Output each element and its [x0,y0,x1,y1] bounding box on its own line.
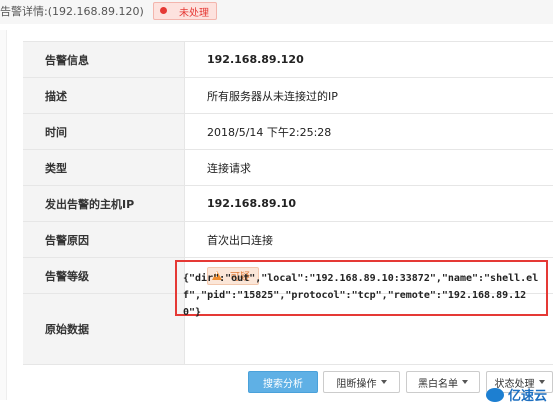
watermark-text: 亿速云 [507,389,547,404]
header-bar: 告警详情:(192.168.89.120) 未处理 [0,0,553,24]
row-key: 类型 [23,150,185,185]
page-title: 告警详情:(192.168.89.120) [0,5,144,18]
alert-detail-table: 告警信息 192.168.89.120 描述 所有服务器从未连接过的IP 时间 … [23,41,553,365]
table-row: 发出告警的主机IP 192.168.89.10 [23,186,553,222]
row-value: 所有服务器从未连接过的IP [207,89,338,103]
row-value: 2018/5/14 下午2:25:28 [207,125,332,139]
table-row: 时间 2018/5/14 下午2:25:28 [23,114,553,150]
table-row: 告警信息 192.168.89.120 [23,42,553,78]
status-dot-icon [160,7,167,14]
search-analysis-button[interactable]: 搜索分析 [248,371,318,393]
table-row: 描述 所有服务器从未连接过的IP [23,78,553,114]
blackwhite-list-label: 黑白名单 [418,378,458,390]
block-action-label: 阻断操作 [336,378,377,390]
row-key: 时间 [23,114,185,149]
caret-down-icon [380,380,387,384]
status-label: 未处理 [179,8,209,19]
row-value: 连接请求 [207,161,251,175]
row-key: 发出告警的主机IP [23,186,185,221]
block-action-button[interactable]: 阻断操作 [323,371,400,393]
caret-down-icon [538,380,545,384]
left-panel-edge [0,30,7,400]
row-key: 描述 [23,78,185,113]
row-value: 192.168.89.120 [207,53,304,66]
blackwhite-list-button[interactable]: 黑白名单 [406,371,480,393]
table-row: 告警原因 首次出口连接 [23,222,553,258]
cloud-logo-icon [485,387,504,402]
row-key: 告警信息 [23,42,185,77]
row-key: 告警等级 [23,258,185,293]
status-badge: 未处理 [153,2,217,20]
table-row: 类型 连接请求 [23,150,553,186]
caret-down-icon [462,380,468,384]
row-value: 首次出口连接 [207,233,273,247]
raw-data-value: {"dir":"out","local":"192.168.89.10:3387… [175,260,548,318]
row-key: 原始数据 [23,294,185,364]
row-key: 告警原因 [23,222,185,257]
row-value: 192.168.89.10 [207,197,297,210]
watermark: 亿速云 [485,385,547,404]
